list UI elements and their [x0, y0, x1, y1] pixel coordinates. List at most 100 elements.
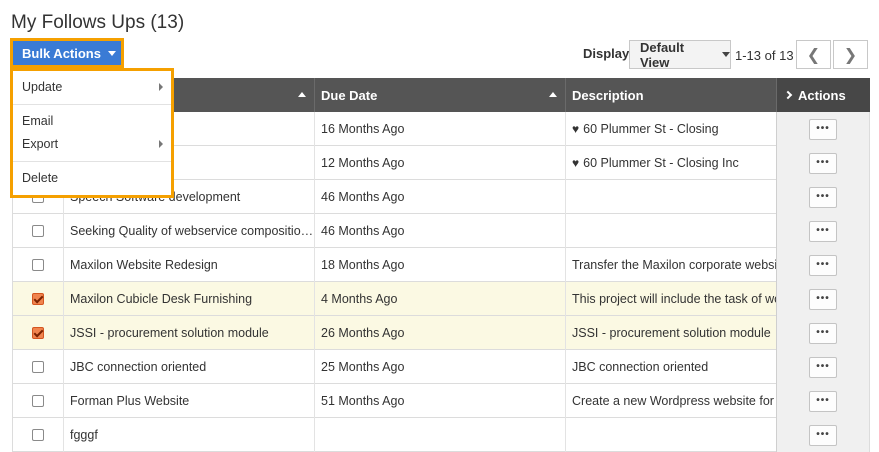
- name-cell[interactable]: Seeking Quality of webservice compositio…: [63, 214, 314, 248]
- due-date-cell: 18 Months Ago: [314, 248, 565, 282]
- row-due-date: 46 Months Ago: [321, 190, 405, 204]
- chevron-left-icon: ❮: [806, 46, 821, 64]
- row-checkbox[interactable]: [32, 293, 44, 305]
- row-due-date: 12 Months Ago: [321, 156, 405, 170]
- row-checkbox[interactable]: [32, 429, 44, 441]
- row-checkbox[interactable]: [32, 327, 44, 339]
- more-icon: •••: [816, 157, 830, 168]
- menu-item-label: Email: [22, 114, 54, 128]
- row-name: Seeking Quality of webservice compositio…: [70, 224, 314, 238]
- table-row[interactable]: Maxilon Cubicle Desk Furnishing 4 Months …: [12, 282, 870, 316]
- more-icon: •••: [816, 259, 830, 270]
- actions-cell: •••: [776, 146, 870, 180]
- row-select-cell: [12, 316, 63, 350]
- row-name: Forman Plus Website: [70, 394, 190, 408]
- name-cell[interactable]: Forman Plus Website: [63, 384, 314, 418]
- description-cell: Create a new Wordpress website for F: [565, 384, 776, 418]
- description-cell: ♥ 60 Plummer St - Closing Inc: [565, 146, 776, 180]
- chevron-down-icon: [722, 52, 730, 57]
- more-icon: •••: [816, 327, 830, 338]
- menu-divider: [13, 161, 171, 162]
- header-description-label: Description: [572, 87, 644, 103]
- row-select-cell: [12, 248, 63, 282]
- row-due-date: 51 Months Ago: [321, 394, 405, 408]
- actions-cell: •••: [776, 180, 870, 214]
- menu-item-delete[interactable]: Delete: [22, 168, 165, 188]
- more-actions-button[interactable]: •••: [809, 356, 837, 378]
- more-actions-button[interactable]: •••: [809, 118, 837, 140]
- row-name: JBC connection oriented: [70, 360, 207, 374]
- due-date-cell: 46 Months Ago: [314, 180, 565, 214]
- actions-cell: •••: [776, 112, 870, 146]
- name-cell[interactable]: fgggf: [63, 418, 314, 452]
- table-row[interactable]: JBC connection oriented 25 Months Ago JBC …: [12, 350, 870, 384]
- menu-item-label: Update: [22, 80, 63, 94]
- name-cell[interactable]: Maxilon Cubicle Desk Furnishing: [63, 282, 314, 316]
- row-checkbox[interactable]: [32, 361, 44, 373]
- description-cell: [565, 418, 776, 452]
- description-cell: [565, 214, 776, 248]
- header-description[interactable]: Description: [565, 78, 776, 112]
- row-checkbox[interactable]: [32, 259, 44, 271]
- actions-cell: •••: [776, 214, 870, 248]
- menu-item-update[interactable]: Update: [22, 77, 165, 97]
- chevron-right-icon: [783, 90, 793, 100]
- row-select-cell: [12, 350, 63, 384]
- sort-ascending-icon: [549, 92, 557, 97]
- due-date-cell: 51 Months Ago: [314, 384, 565, 418]
- more-actions-button[interactable]: •••: [809, 390, 837, 412]
- previous-page-button[interactable]: ❮: [796, 40, 831, 69]
- actions-cell: •••: [776, 418, 870, 452]
- submenu-arrow-icon: [159, 83, 163, 91]
- description-cell: This project will include the task of wo: [565, 282, 776, 316]
- table-row[interactable]: Forman Plus Website 51 Months Ago Create a…: [12, 384, 870, 418]
- more-actions-button[interactable]: •••: [809, 220, 837, 242]
- menu-item-email[interactable]: Email: [22, 111, 165, 131]
- description-cell: ♥ 60 Plummer St - Closing: [565, 112, 776, 146]
- more-actions-button[interactable]: •••: [809, 288, 837, 310]
- more-actions-button[interactable]: •••: [809, 322, 837, 344]
- next-page-button[interactable]: ❯: [833, 40, 868, 69]
- row-checkbox[interactable]: [32, 225, 44, 237]
- more-icon: •••: [816, 191, 830, 202]
- bulk-actions-label: Bulk Actions: [22, 45, 101, 61]
- more-actions-button[interactable]: •••: [809, 254, 837, 276]
- more-actions-button[interactable]: •••: [809, 152, 837, 174]
- due-date-cell: 25 Months Ago: [314, 350, 565, 384]
- bulk-actions-menu: Update Email Export Delete: [13, 71, 171, 195]
- name-cell[interactable]: JBC connection oriented: [63, 350, 314, 384]
- more-actions-button[interactable]: •••: [809, 424, 837, 446]
- row-select-cell: [12, 384, 63, 418]
- description-cell: JBC connection oriented: [565, 350, 776, 384]
- due-date-cell: 16 Months Ago: [314, 112, 565, 146]
- view-select[interactable]: Default View: [629, 40, 731, 70]
- name-cell[interactable]: Maxilon Website Redesign: [63, 248, 314, 282]
- table-row[interactable]: Seeking Quality of webservice compositio…: [12, 214, 870, 248]
- row-description: 60 Plummer St - Closing Inc: [583, 156, 739, 170]
- more-icon: •••: [816, 395, 830, 406]
- row-due-date: 16 Months Ago: [321, 122, 405, 136]
- chevron-down-icon: [107, 50, 116, 56]
- table-row[interactable]: fgggf •••: [12, 418, 870, 452]
- header-due-date[interactable]: Due Date: [314, 78, 565, 112]
- header-actions[interactable]: Actions: [776, 78, 870, 112]
- due-date-cell: 46 Months Ago: [314, 214, 565, 248]
- due-date-cell: 12 Months Ago: [314, 146, 565, 180]
- row-description: This project will include the task of wo: [572, 292, 776, 306]
- name-cell[interactable]: JSSI - procurement solution module: [63, 316, 314, 350]
- table-row[interactable]: Maxilon Website Redesign 18 Months Ago Tra…: [12, 248, 870, 282]
- row-description: JSSI - procurement solution module: [572, 326, 771, 340]
- due-date-cell: 4 Months Ago: [314, 282, 565, 316]
- row-checkbox[interactable]: [32, 395, 44, 407]
- row-name: JSSI - procurement solution module: [70, 326, 269, 340]
- table-row[interactable]: JSSI - procurement solution module 26 Mon…: [12, 316, 870, 350]
- menu-item-export[interactable]: Export: [22, 134, 165, 154]
- more-actions-button[interactable]: •••: [809, 186, 837, 208]
- more-icon: •••: [816, 123, 830, 134]
- submenu-arrow-icon: [159, 140, 163, 148]
- row-name: Maxilon Website Redesign: [70, 258, 218, 272]
- more-icon: •••: [816, 293, 830, 304]
- chevron-right-icon: ❯: [843, 46, 858, 64]
- bulk-actions-button[interactable]: Bulk Actions: [13, 41, 121, 65]
- row-select-cell: [12, 418, 63, 452]
